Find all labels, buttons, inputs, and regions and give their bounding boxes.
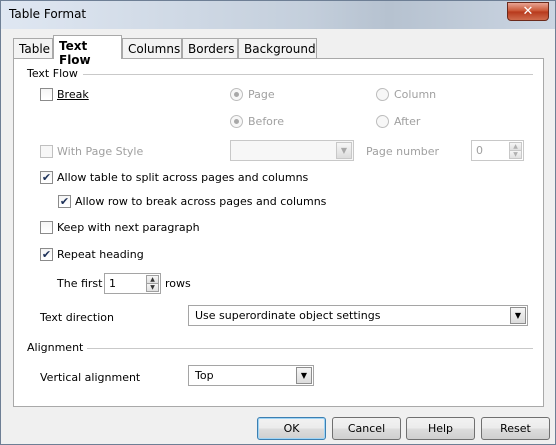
allow-split-label: Allow table to split across pages and co…	[57, 171, 309, 184]
keep-with-next-checkbox[interactable]	[40, 221, 53, 234]
vertical-alignment-label: Vertical alignment	[40, 371, 141, 384]
table-format-dialog: Table Format ✕ Table Text Flow Columns B…	[0, 0, 556, 445]
first-rows-suffix-label: rows	[165, 277, 191, 290]
check-icon: ✔	[41, 248, 52, 261]
break-type-column-radio[interactable]	[376, 88, 389, 101]
chevron-down-icon: ▼	[296, 367, 312, 384]
title-bar[interactable]: Table Format ✕	[1, 1, 555, 29]
close-icon: ✕	[522, 4, 534, 19]
keep-with-next-label: Keep with next paragraph	[57, 221, 200, 234]
tab-background[interactable]: Background	[238, 38, 317, 58]
with-page-style-checkbox[interactable]	[40, 145, 53, 158]
page-number-value: 0	[476, 144, 483, 157]
break-label: Break	[57, 88, 89, 101]
check-icon: ✔	[41, 171, 52, 184]
page-style-select[interactable]: ▼	[230, 140, 354, 161]
text-direction-label: Text direction	[40, 311, 114, 324]
help-button[interactable]: Help	[406, 417, 475, 440]
repeat-heading-checkbox[interactable]: ✔	[40, 248, 53, 261]
with-page-style-label: With Page Style	[57, 145, 144, 158]
tab-borders[interactable]: Borders	[182, 38, 238, 58]
window-title: Table Format	[9, 7, 87, 21]
check-icon: ✔	[59, 195, 70, 208]
reset-button[interactable]: Reset	[481, 417, 550, 440]
tab-columns[interactable]: Columns	[122, 38, 182, 58]
close-button[interactable]: ✕	[507, 2, 549, 21]
spin-down-icon[interactable]: ▼	[509, 150, 522, 159]
break-type-page-label: Page	[248, 88, 275, 101]
first-rows-spinner[interactable]: 1 ▲ ▼	[104, 273, 161, 294]
ok-button[interactable]: OK	[257, 417, 326, 440]
tab-text-flow[interactable]: Text Flow	[53, 35, 122, 67]
spin-down-icon[interactable]: ▼	[146, 283, 159, 292]
break-position-before-radio[interactable]	[230, 115, 243, 128]
break-position-before-label: Before	[248, 115, 284, 128]
break-position-after-radio[interactable]	[376, 115, 389, 128]
section-divider	[83, 74, 533, 75]
break-type-column-label: Column	[394, 88, 437, 101]
cancel-button[interactable]: Cancel	[332, 417, 401, 440]
vertical-alignment-value: Top	[195, 369, 214, 382]
text-flow-section-label: Text Flow	[27, 67, 78, 80]
repeat-heading-label: Repeat heading	[57, 248, 144, 261]
first-rows-value: 1	[109, 277, 116, 290]
text-direction-value: Use superordinate object settings	[195, 309, 381, 322]
alignment-section-label: Alignment	[27, 341, 84, 354]
chevron-down-icon: ▼	[510, 307, 526, 324]
text-direction-select[interactable]: Use superordinate object settings ▼	[188, 305, 528, 326]
page-number-label: Page number	[366, 145, 440, 158]
allow-row-break-label: Allow row to break across pages and colu…	[75, 195, 327, 208]
vertical-alignment-select[interactable]: Top ▼	[188, 365, 314, 386]
allow-row-break-checkbox[interactable]: ✔	[58, 195, 71, 208]
tab-table[interactable]: Table	[13, 38, 53, 58]
section-divider	[87, 348, 533, 349]
chevron-down-icon: ▼	[336, 142, 352, 159]
allow-split-checkbox[interactable]: ✔	[40, 171, 53, 184]
break-checkbox[interactable]	[40, 88, 53, 101]
break-position-after-label: After	[394, 115, 421, 128]
break-type-page-radio[interactable]	[230, 88, 243, 101]
page-number-spinner[interactable]: 0 ▲ ▼	[471, 140, 524, 161]
first-rows-prefix-label: The first	[57, 277, 103, 290]
